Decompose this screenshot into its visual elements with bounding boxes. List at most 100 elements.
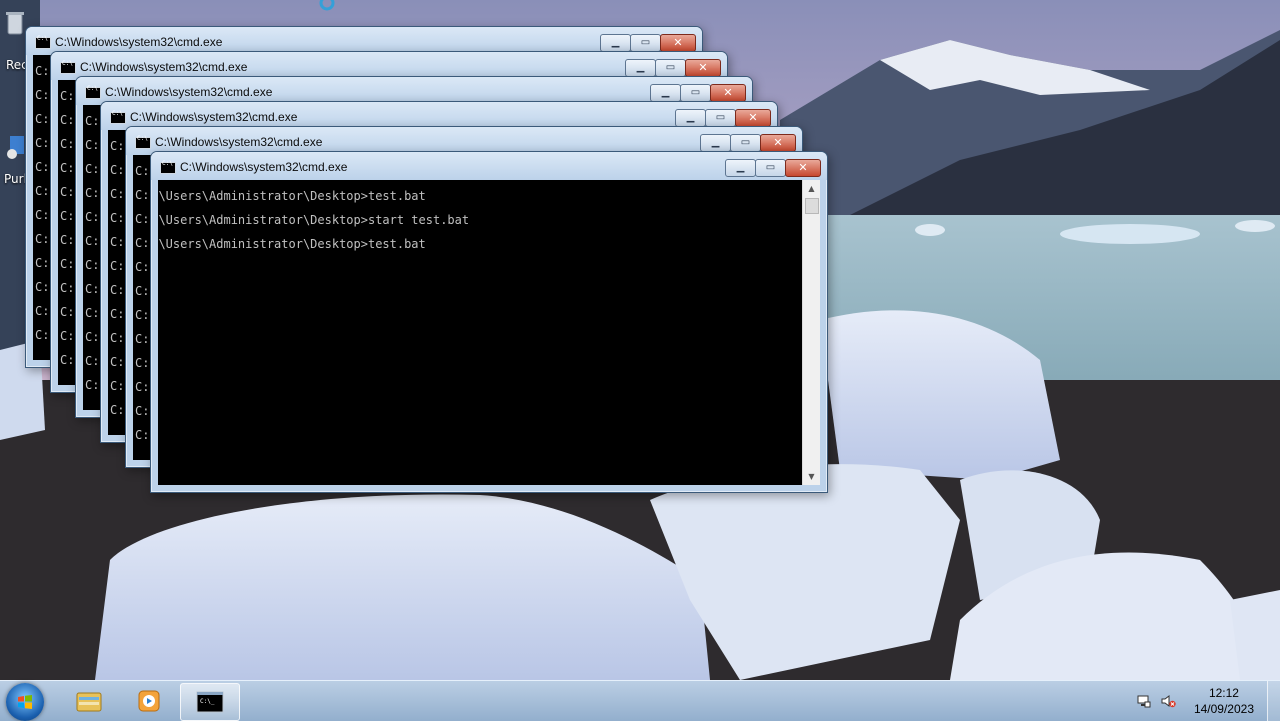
show-desktop-button[interactable] <box>1267 681 1280 721</box>
console-line: C: <box>85 258 100 272</box>
maximize-button[interactable]: ▭ <box>630 34 661 52</box>
console-line: C: <box>85 114 100 128</box>
cmd-window-front[interactable]: C:\Windows\system32\cmd.exe ▁ ▭ ✕ C:\Use… <box>150 151 828 493</box>
console-line: C: <box>60 257 75 271</box>
console-line: C: <box>85 138 100 152</box>
minimize-button[interactable]: ▁ <box>725 159 756 177</box>
minimize-icon: ▁ <box>636 62 645 73</box>
console-line: C: <box>85 330 100 344</box>
maximize-button[interactable]: ▭ <box>680 84 711 102</box>
console-line: C:\Users\Administrator\Desktop>test.bat <box>158 237 426 251</box>
console-line: C: <box>60 209 75 223</box>
console-line: C: <box>35 184 50 198</box>
cmd-icon <box>60 60 76 74</box>
console-line: C: <box>35 280 50 294</box>
close-button[interactable]: ✕ <box>685 59 721 77</box>
volume-muted-icon[interactable] <box>1160 693 1176 709</box>
console-line: C: <box>110 163 125 177</box>
console-output[interactable]: C:\Users\Administrator\Desktop>test.bat … <box>158 180 803 485</box>
console-line: C: <box>60 137 75 151</box>
vertical-scrollbar[interactable]: ▲ ▼ <box>802 180 820 485</box>
minimize-icon: ▁ <box>711 137 720 148</box>
close-icon: ✕ <box>798 161 808 174</box>
minimize-icon: ▁ <box>736 162 745 173</box>
console-line: C: <box>60 89 75 103</box>
close-icon: ✕ <box>748 111 758 124</box>
close-button[interactable]: ✕ <box>785 159 821 177</box>
taskbar-item-cmd[interactable]: C:\_ <box>180 683 240 721</box>
console-line: C: <box>35 160 50 174</box>
console-line: C: <box>85 234 100 248</box>
console-line: C: <box>60 353 75 367</box>
close-button[interactable]: ✕ <box>710 84 746 102</box>
clock[interactable]: 12:12 14/09/2023 <box>1194 685 1254 717</box>
console-line: C: <box>35 256 50 270</box>
system-tray: 12:12 14/09/2023 <box>1120 681 1280 721</box>
taskbar-item-explorer[interactable] <box>60 683 118 719</box>
cmd-icon <box>35 35 51 49</box>
cmd-icon: C:\_ <box>196 691 224 713</box>
console-line: C: <box>135 380 150 394</box>
maximize-button[interactable]: ▭ <box>705 109 736 127</box>
console-line: C: <box>85 282 100 296</box>
maximize-button[interactable]: ▭ <box>655 59 686 77</box>
console-line: C: <box>60 113 75 127</box>
folder-icon <box>76 692 102 712</box>
maximize-button[interactable]: ▭ <box>755 159 786 177</box>
scrollbar-thumb[interactable] <box>805 198 819 214</box>
minimize-button[interactable]: ▁ <box>650 84 681 102</box>
taskbar-item-media-player[interactable] <box>120 683 178 719</box>
console-line: C: <box>35 88 50 102</box>
console-line: C:\Users\Administrator\Desktop>test.bat <box>158 189 426 203</box>
close-button[interactable]: ✕ <box>760 134 796 152</box>
console-line: C: <box>110 331 125 345</box>
console-line: C: <box>110 283 125 297</box>
console-line: C: <box>110 187 125 201</box>
console-line: C: <box>60 329 75 343</box>
console-line: C: <box>60 185 75 199</box>
minimize-button[interactable]: ▁ <box>625 59 656 77</box>
cmd-icon <box>110 110 126 124</box>
scroll-up-arrow-icon[interactable]: ▲ <box>803 180 820 197</box>
network-icon[interactable] <box>1136 693 1152 709</box>
maximize-icon: ▭ <box>665 62 676 73</box>
minimize-button[interactable]: ▁ <box>675 109 706 127</box>
close-icon: ✕ <box>673 36 683 49</box>
close-button[interactable]: ✕ <box>660 34 696 52</box>
console-line: C: <box>135 212 150 226</box>
desktop-icon-label: Purl <box>4 172 27 186</box>
console-line: C: <box>35 136 50 150</box>
console-line: C: <box>110 307 125 321</box>
console-line: C: <box>135 284 150 298</box>
title-bar[interactable]: C:\Windows\system32\cmd.exe ▁ ▭ ✕ <box>151 152 827 180</box>
minimize-button[interactable]: ▁ <box>700 134 731 152</box>
console-line: C: <box>135 260 150 274</box>
maximize-icon: ▭ <box>740 137 751 148</box>
clock-time: 12:12 <box>1208 686 1239 700</box>
close-button[interactable]: ✕ <box>735 109 771 127</box>
console-line: C:\Users\Administrator\Desktop>start tes… <box>158 213 470 227</box>
minimize-button[interactable]: ▁ <box>600 34 631 52</box>
maximize-icon: ▭ <box>715 112 726 123</box>
console-line: C: <box>85 162 100 176</box>
scroll-down-arrow-icon[interactable]: ▼ <box>803 468 820 485</box>
console-line: C: <box>110 235 125 249</box>
maximize-icon: ▭ <box>640 37 651 48</box>
window-title: C:\Windows\system32\cmd.exe <box>180 160 348 174</box>
maximize-button[interactable]: ▭ <box>730 134 761 152</box>
console-line: C: <box>35 208 50 222</box>
svg-text:C:\_: C:\_ <box>200 698 215 705</box>
console-line: C: <box>110 139 125 153</box>
window-title: C:\Windows\system32\cmd.exe <box>80 60 248 74</box>
console-line: C: <box>135 356 150 370</box>
cmd-icon <box>85 85 101 99</box>
cmd-icon <box>160 160 176 174</box>
window-title: C:\Windows\system32\cmd.exe <box>155 135 323 149</box>
console-line: C: <box>110 355 125 369</box>
console-line: C: <box>35 304 50 318</box>
cmd-icon <box>135 135 151 149</box>
media-player-icon <box>138 690 160 712</box>
window-title: C:\Windows\system32\cmd.exe <box>130 110 298 124</box>
start-button[interactable] <box>6 683 44 721</box>
console-line: C: <box>110 211 125 225</box>
